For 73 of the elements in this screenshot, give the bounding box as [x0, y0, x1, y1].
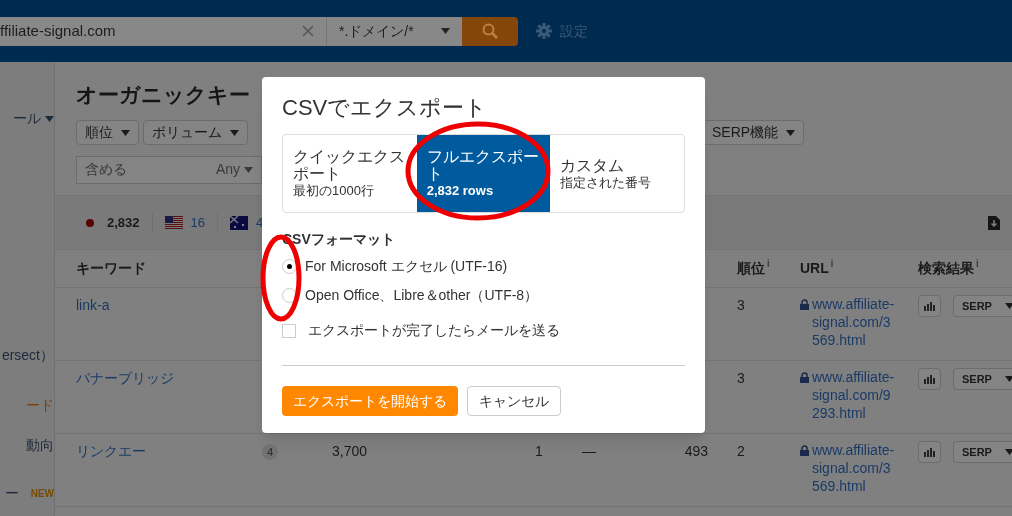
column-header[interactable]: 順位 — [737, 258, 765, 279]
cancel-button[interactable]: キャンセル — [467, 386, 561, 416]
chart-button[interactable] — [918, 441, 941, 463]
sidebar-item[interactable]: 動向 — [26, 435, 54, 456]
keyword-link[interactable]: link-a — [76, 295, 262, 316]
start-export-button[interactable]: エクスポートを開始する — [282, 386, 458, 416]
filter-dropdown[interactable]: ボリューム — [143, 120, 248, 145]
caret-icon — [441, 28, 450, 34]
lock-icon — [800, 299, 809, 310]
info-mark[interactable]: i — [767, 258, 770, 269]
sidebar-item[interactable]: ール — [13, 108, 54, 129]
caret-icon — [1005, 449, 1012, 455]
country-count[interactable]: 16 — [190, 212, 205, 233]
page-title: オーガニックキー — [76, 82, 251, 108]
sidebar-item[interactable]: ersect） — [1, 345, 54, 366]
column-header[interactable]: URL — [800, 258, 829, 279]
search-field[interactable]: ffiliate-signal.com — [0, 16, 326, 46]
info-mark[interactable]: i — [976, 258, 979, 269]
url-link[interactable]: www.affiliate-signal.com/9293.html — [812, 368, 896, 422]
caret-icon — [786, 129, 796, 136]
bar-chart-icon — [924, 301, 935, 311]
checkbox[interactable] — [282, 323, 296, 338]
serp-dropdown[interactable]: SERP — [953, 368, 1012, 390]
search-icon — [482, 23, 498, 39]
format-radio[interactable]: For Microsoft エクセル (UTF-16) — [282, 256, 508, 277]
settings-icon — [536, 23, 552, 39]
chart-button[interactable] — [918, 295, 941, 317]
mode-select[interactable]: *.ドメイン/* — [326, 16, 462, 46]
table-cell: 1 — [535, 443, 543, 459]
table-cell: 493 — [684, 443, 708, 459]
filter-dropdown[interactable]: SERP機能 — [703, 120, 805, 145]
search-button[interactable] — [462, 16, 518, 46]
column-header[interactable]: 検索結果 — [918, 258, 974, 279]
caret-icon — [45, 115, 54, 122]
url-link[interactable]: www.affiliate-signal.com/3569.html — [812, 441, 896, 495]
filter-dropdown[interactable]: 順位 — [76, 120, 139, 145]
country-count[interactable]: 4 — [256, 212, 264, 233]
caret-icon — [121, 129, 130, 136]
column-header: キーワード — [76, 259, 147, 278]
country-count[interactable]: 2,832 — [107, 212, 140, 233]
table-cell: 2 — [737, 443, 745, 459]
table-cell: 3 — [737, 297, 745, 313]
flag-icon — [230, 215, 248, 230]
sidebar-item[interactable]: ー NEW — [4, 483, 54, 504]
format-radio[interactable]: Open Office、Libre＆other（UTF-8） — [282, 285, 539, 306]
count-badge: 4 — [262, 444, 278, 461]
dialog-title: CSVでエクスポート — [282, 94, 488, 122]
serp-dropdown[interactable]: SERP — [953, 441, 1012, 463]
bar-chart-icon — [924, 374, 935, 384]
match-select[interactable]: Any — [215, 159, 240, 180]
lock-icon — [800, 445, 809, 456]
flag-icon — [164, 215, 183, 230]
export-option-tab[interactable]: クイックエクスポート 最初の1000行 — [283, 135, 417, 212]
export-option-tab[interactable]: カスタム 指定された番号 — [550, 135, 684, 212]
chart-button[interactable] — [918, 368, 941, 390]
table-cell: — — [582, 443, 596, 459]
include-field[interactable]: 含める Any — [76, 155, 262, 184]
caret-icon — [1005, 376, 1012, 382]
email-checkbox-option[interactable]: エクスポートが完了したらメールを送る — [282, 320, 560, 341]
download-icon[interactable] — [988, 216, 1000, 230]
table-cell: 3,700 — [332, 443, 368, 459]
lock-icon — [800, 372, 809, 383]
caret-icon — [230, 129, 239, 136]
caret-icon — [244, 166, 253, 173]
bar-chart-icon — [924, 447, 935, 457]
keyword-link[interactable]: バナーブリッジ — [76, 368, 262, 389]
caret-icon — [1005, 303, 1012, 309]
export-option-tab[interactable]: フルエクスポート 2,832 rows — [416, 135, 551, 212]
url-link[interactable]: www.affiliate-signal.com/3569.html — [812, 295, 896, 349]
table-cell: 3 — [737, 370, 745, 386]
keyword-link[interactable]: リンクエー — [76, 441, 262, 462]
new-label: NEW — [30, 487, 54, 501]
serp-dropdown[interactable]: SERP — [953, 295, 1012, 317]
